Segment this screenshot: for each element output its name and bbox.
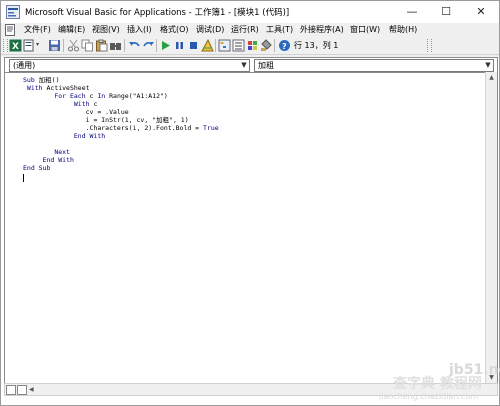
cursor-position: 行 13，列 1 (294, 41, 339, 50)
paste-icon[interactable] (95, 39, 108, 52)
vba-editor-window: Microsoft Visual Basic for Applications … (0, 0, 500, 406)
code-line: End Sub (23, 164, 51, 172)
code-window: (通用) ▼ 加粗 ▼ Sub 加粗() With ActiveSheet Fo… (4, 57, 498, 384)
menu-view[interactable]: 视图(V) (92, 24, 120, 36)
properties-icon[interactable] (232, 39, 245, 52)
svg-text:?: ? (282, 42, 287, 51)
vba-app-icon (6, 5, 20, 19)
excel-icon[interactable]: X (9, 39, 22, 52)
object-dropdown-value: (通用) (13, 61, 36, 70)
code-line: End With (73, 132, 106, 140)
scroll-up-icon[interactable]: ▲ (486, 72, 497, 83)
reset-icon[interactable] (187, 39, 200, 52)
full-module-view-button[interactable] (17, 385, 27, 395)
menu-debug[interactable]: 调试(D) (196, 24, 224, 36)
help-icon[interactable]: ? (278, 39, 291, 52)
code-line: .Characters(i, 2).Font.Bold = True (23, 124, 219, 132)
menu-addins[interactable]: 外接程序(A) (300, 24, 344, 36)
toolbar-separator (124, 39, 125, 52)
design-mode-icon[interactable] (201, 39, 214, 52)
code-line: End With (42, 156, 74, 164)
scroll-left-icon[interactable]: ◀ (29, 384, 34, 395)
save-icon[interactable] (48, 39, 61, 52)
code-line: Next (54, 148, 70, 156)
watermark-url: jiaocheng.chazidian.com (379, 392, 479, 401)
chevron-down-icon[interactable]: ▾ (36, 41, 39, 48)
undo-icon[interactable] (128, 39, 141, 52)
menu-format[interactable]: 格式(O) (160, 24, 189, 36)
toolbar-separator (156, 39, 157, 52)
code-line: cv = .Value (23, 108, 129, 116)
toolbar-separator (63, 39, 64, 52)
text-caret (23, 174, 24, 182)
copy-icon[interactable] (81, 39, 94, 52)
vertical-scrollbar[interactable]: ▲ ▼ (485, 72, 497, 383)
watermark-brand: 查字典 教程网 (393, 376, 482, 392)
window-title: Microsoft Visual Basic for Applications … (25, 8, 290, 18)
cut-icon[interactable] (67, 39, 80, 52)
code-line: Sub 加粗() (23, 76, 60, 84)
run-icon[interactable] (159, 39, 172, 52)
insert-module-icon[interactable] (23, 39, 36, 52)
svg-text:X: X (12, 42, 19, 52)
toolbox-icon[interactable] (260, 39, 273, 52)
toolbar-separator (215, 39, 216, 52)
toolbar-separator (274, 39, 275, 52)
minimize-button[interactable]: — (395, 1, 429, 23)
menu-window[interactable]: 窗口(W) (350, 24, 380, 36)
menu-tools[interactable]: 工具(T) (266, 24, 293, 36)
title-bar: Microsoft Visual Basic for Applications … (1, 1, 499, 23)
chevron-down-icon[interactable]: ▼ (239, 60, 249, 71)
code-line: For Each c In Range("A1:A12") (54, 92, 168, 100)
find-icon[interactable] (109, 39, 122, 52)
menu-file[interactable]: 文件(F) (24, 24, 51, 36)
project-explorer-icon[interactable] (218, 39, 231, 52)
procedure-view-button[interactable] (6, 385, 16, 395)
maximize-button[interactable]: ☐ (429, 1, 463, 23)
toolbar-end-grip[interactable] (427, 39, 432, 52)
toolbar-grip[interactable] (3, 39, 8, 52)
object-dropdown[interactable]: (通用) ▼ (9, 59, 250, 72)
break-icon[interactable] (173, 39, 186, 52)
menu-bar: 文件(F) 编辑(E) 视图(V) 插入(I) 格式(O) 调试(D) 运行(R… (1, 23, 499, 37)
standard-toolbar: X ▾ ? 行 13，列 1 (1, 37, 499, 55)
menu-insert[interactable]: 插入(I) (127, 24, 152, 36)
module-document-icon[interactable] (4, 24, 16, 36)
redo-icon[interactable] (142, 39, 155, 52)
chevron-down-icon[interactable]: ▼ (483, 60, 493, 71)
procedure-dropdown[interactable]: 加粗 ▼ (254, 59, 494, 72)
code-line: With c (73, 100, 98, 108)
menu-help[interactable]: 帮助(H) (389, 24, 417, 36)
code-editor[interactable]: Sub 加粗() With ActiveSheet For Each c In … (5, 72, 485, 384)
menu-edit[interactable]: 编辑(E) (58, 24, 85, 36)
code-line: i = InStr(1, cv, "加粗", 1) (23, 116, 189, 124)
close-button[interactable]: ✕ (464, 1, 498, 23)
procedure-dropdown-value: 加粗 (258, 61, 274, 70)
code-line: With ActiveSheet (26, 84, 90, 92)
menu-run[interactable]: 运行(R) (231, 24, 259, 36)
object-browser-icon[interactable] (246, 39, 259, 52)
